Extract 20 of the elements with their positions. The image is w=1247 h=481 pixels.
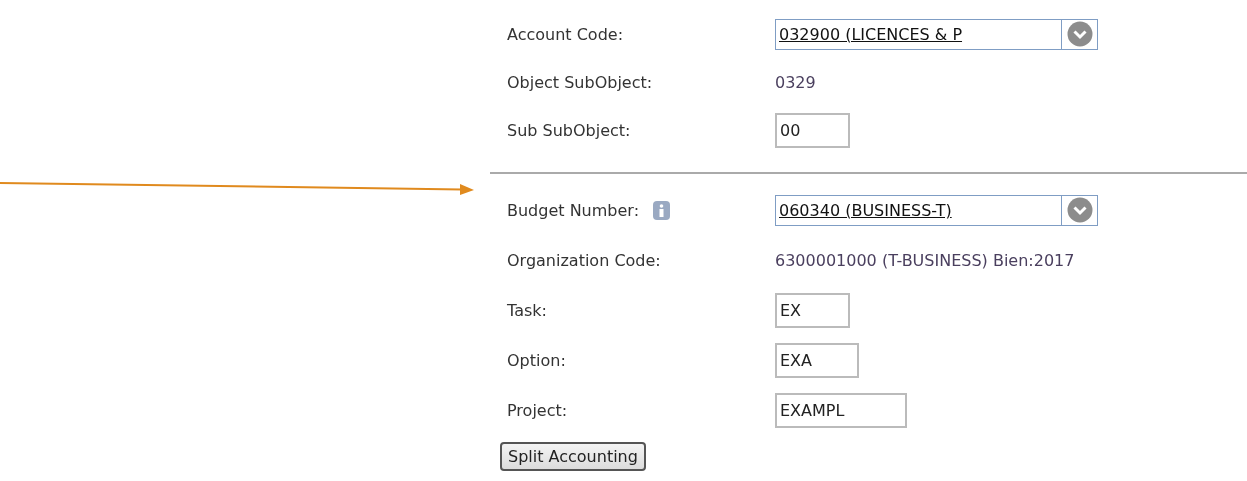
field-value: 6300001000 (T-BUSINESS) Bien:2017 [775,250,1075,270]
info-icon[interactable] [653,200,670,220]
field-label: Task: [507,300,547,320]
field-label: Account Code: [507,24,624,44]
field-label: Sub SubObject: [507,120,631,140]
field-label: Option: [507,350,566,370]
field-label: Organization Code: [507,250,661,270]
chevron-down-icon [1066,21,1093,47]
input-field[interactable]: EXAMPL [775,392,907,428]
split-accounting-button[interactable]: Split Accounting [500,442,646,471]
chevron-down-icon [1066,197,1093,223]
input-field[interactable]: 00 [775,112,850,148]
dropdown-field[interactable]: 032900 (LICENCES & P [775,18,1098,50]
field-label: Project: [507,400,568,420]
input-field[interactable]: EXA [775,342,859,378]
field-label: Budget Number: [507,200,639,220]
field-value: 0329 [775,72,816,92]
input-field[interactable]: EX [775,292,850,328]
dropdown-field[interactable]: 060340 (BUSINESS-T) [775,194,1098,226]
field-label: Object SubObject: [507,72,653,92]
